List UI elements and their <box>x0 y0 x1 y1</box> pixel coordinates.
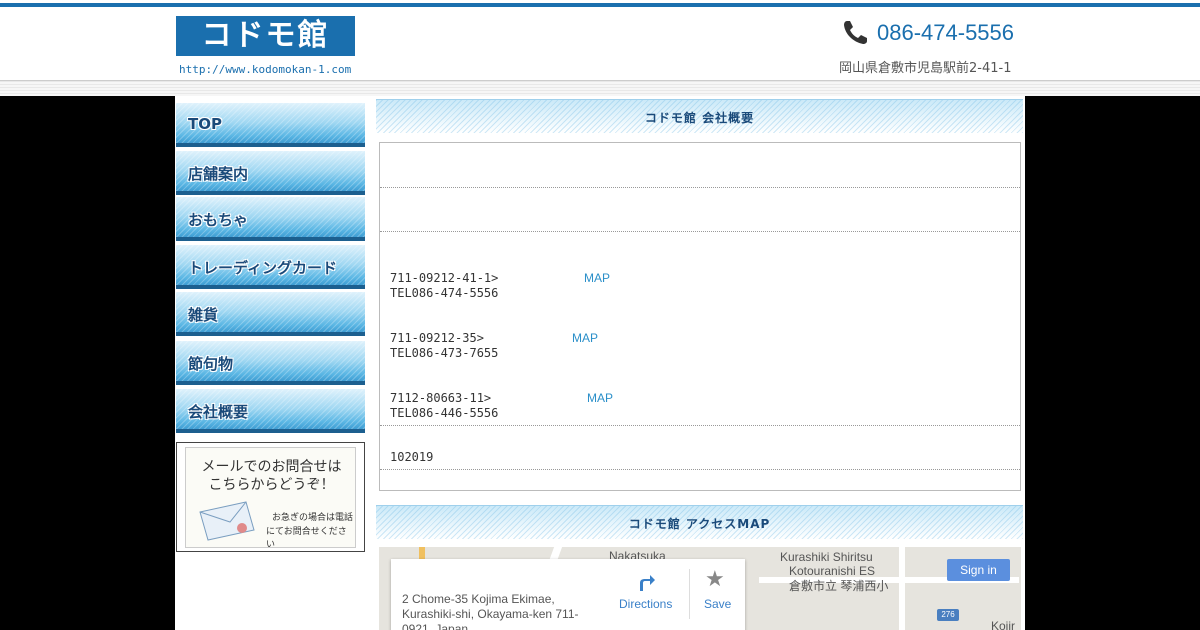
site-header: コドモ館 http://www.kodomokan-1.com 086-474-… <box>0 0 1200 96</box>
nav-item-company[interactable]: 会社概要 <box>176 389 365 435</box>
company-section-title: コドモ館 会社概要 <box>644 111 755 125</box>
store3-address: 7112-80663-11> <box>390 391 492 405</box>
nav-item-seasonal[interactable]: 節句物 <box>176 341 365 387</box>
access-section-title: コドモ館 アクセスMAP <box>628 517 771 531</box>
store2-address: 711-09212-35> <box>390 331 484 345</box>
embedded-map[interactable]: Nakatsuka Kurashiki Shiritsu Kotouranish… <box>379 547 1021 630</box>
nav-label: TOP <box>188 115 222 133</box>
mail-banner-line1: メールでのお問合せは <box>201 459 342 475</box>
nav-item-goods[interactable]: 雑貨 <box>176 292 365 338</box>
nav-item-toys[interactable]: おもちゃ <box>176 197 365 243</box>
row-divider <box>380 425 1020 426</box>
map-road <box>419 547 425 559</box>
map-place-label: Kotouranishi ES <box>789 564 876 578</box>
phone-icon <box>844 21 867 44</box>
nav-item-stores[interactable]: 店舗案内 <box>176 151 365 197</box>
map-road <box>899 547 905 630</box>
nav-item-trading-cards[interactable]: トレーディングカード <box>176 245 365 291</box>
store1-tel: TEL086-474-5556 <box>390 286 499 300</box>
envelope-icon <box>199 501 255 541</box>
header-bottom-band <box>0 80 1200 96</box>
mail-contact-banner[interactable]: メールでのお問合せは こちらからどうぞ！ お急ぎの場合は電話 にてお問合せくださ… <box>176 442 365 552</box>
map-signin-button[interactable]: Sign in <box>947 559 1010 581</box>
site-url[interactable]: http://www.kodomokan-1.com <box>179 63 351 76</box>
access-section-header: コドモ館 アクセスMAP <box>376 505 1023 539</box>
map-info-card: 2 Chome-35 Kojima Ekimae, Kurashiki-shi,… <box>391 559 745 630</box>
company-section-header: コドモ館 会社概要 <box>376 99 1023 133</box>
founded-value: 102019 <box>390 450 434 464</box>
store1-address: 711-09212-41-1> <box>390 271 499 285</box>
store3-tel: TEL086-446-5556 <box>390 406 499 420</box>
logo-text: コドモ館 <box>201 18 330 53</box>
route-badge: 276 <box>937 609 959 621</box>
store2-tel: TEL086-473-7655 <box>390 346 499 360</box>
save-label[interactable]: Save <box>704 597 731 611</box>
star-icon[interactable]: ★ <box>705 567 725 592</box>
map-place-label: Kojir <box>991 619 1016 630</box>
directions-icon[interactable] <box>636 571 656 593</box>
row-divider <box>380 469 1020 470</box>
map-place-label: 倉敷市立 琴浦西小 <box>789 579 889 593</box>
store3-map-link[interactable]: MAP <box>587 391 613 405</box>
row-divider <box>380 231 1020 232</box>
mail-banner-note2: にてお問合せください <box>266 527 347 550</box>
store1-map-link[interactable]: MAP <box>584 271 610 285</box>
directions-label[interactable]: Directions <box>619 597 672 611</box>
row-divider <box>380 187 1020 188</box>
header-address: 岡山県倉敷市児島駅前2-41-1 <box>839 61 1012 76</box>
mail-banner-note1: お急ぎの場合は電話 <box>272 513 354 523</box>
nav-label: 節句物 <box>188 355 234 373</box>
map-place-label: Kurashiki Shiritsu <box>780 550 873 564</box>
store2-map-link[interactable]: MAP <box>572 331 598 345</box>
site-logo[interactable]: コドモ館 <box>176 16 355 56</box>
header-top-line <box>0 3 1200 7</box>
nav-label: 雑貨 <box>188 306 219 324</box>
nav-label: トレーディングカード <box>188 259 337 277</box>
mail-banner-line2: こちらからどうぞ！ <box>208 477 335 493</box>
nav-label: おもちゃ <box>188 211 249 229</box>
nav-label: 店舗案内 <box>188 165 249 183</box>
nav-label: 会社概要 <box>188 403 249 421</box>
company-info-table: 711-09212-41-1> MAP TEL086-474-5556 711-… <box>379 142 1021 491</box>
nav-item-top[interactable]: TOP <box>176 103 365 149</box>
map-address: 2 Chome-35 Kojima Ekimae, Kurashiki-shi,… <box>402 592 579 630</box>
phone-number[interactable]: 086-474-5556 <box>877 20 1014 46</box>
